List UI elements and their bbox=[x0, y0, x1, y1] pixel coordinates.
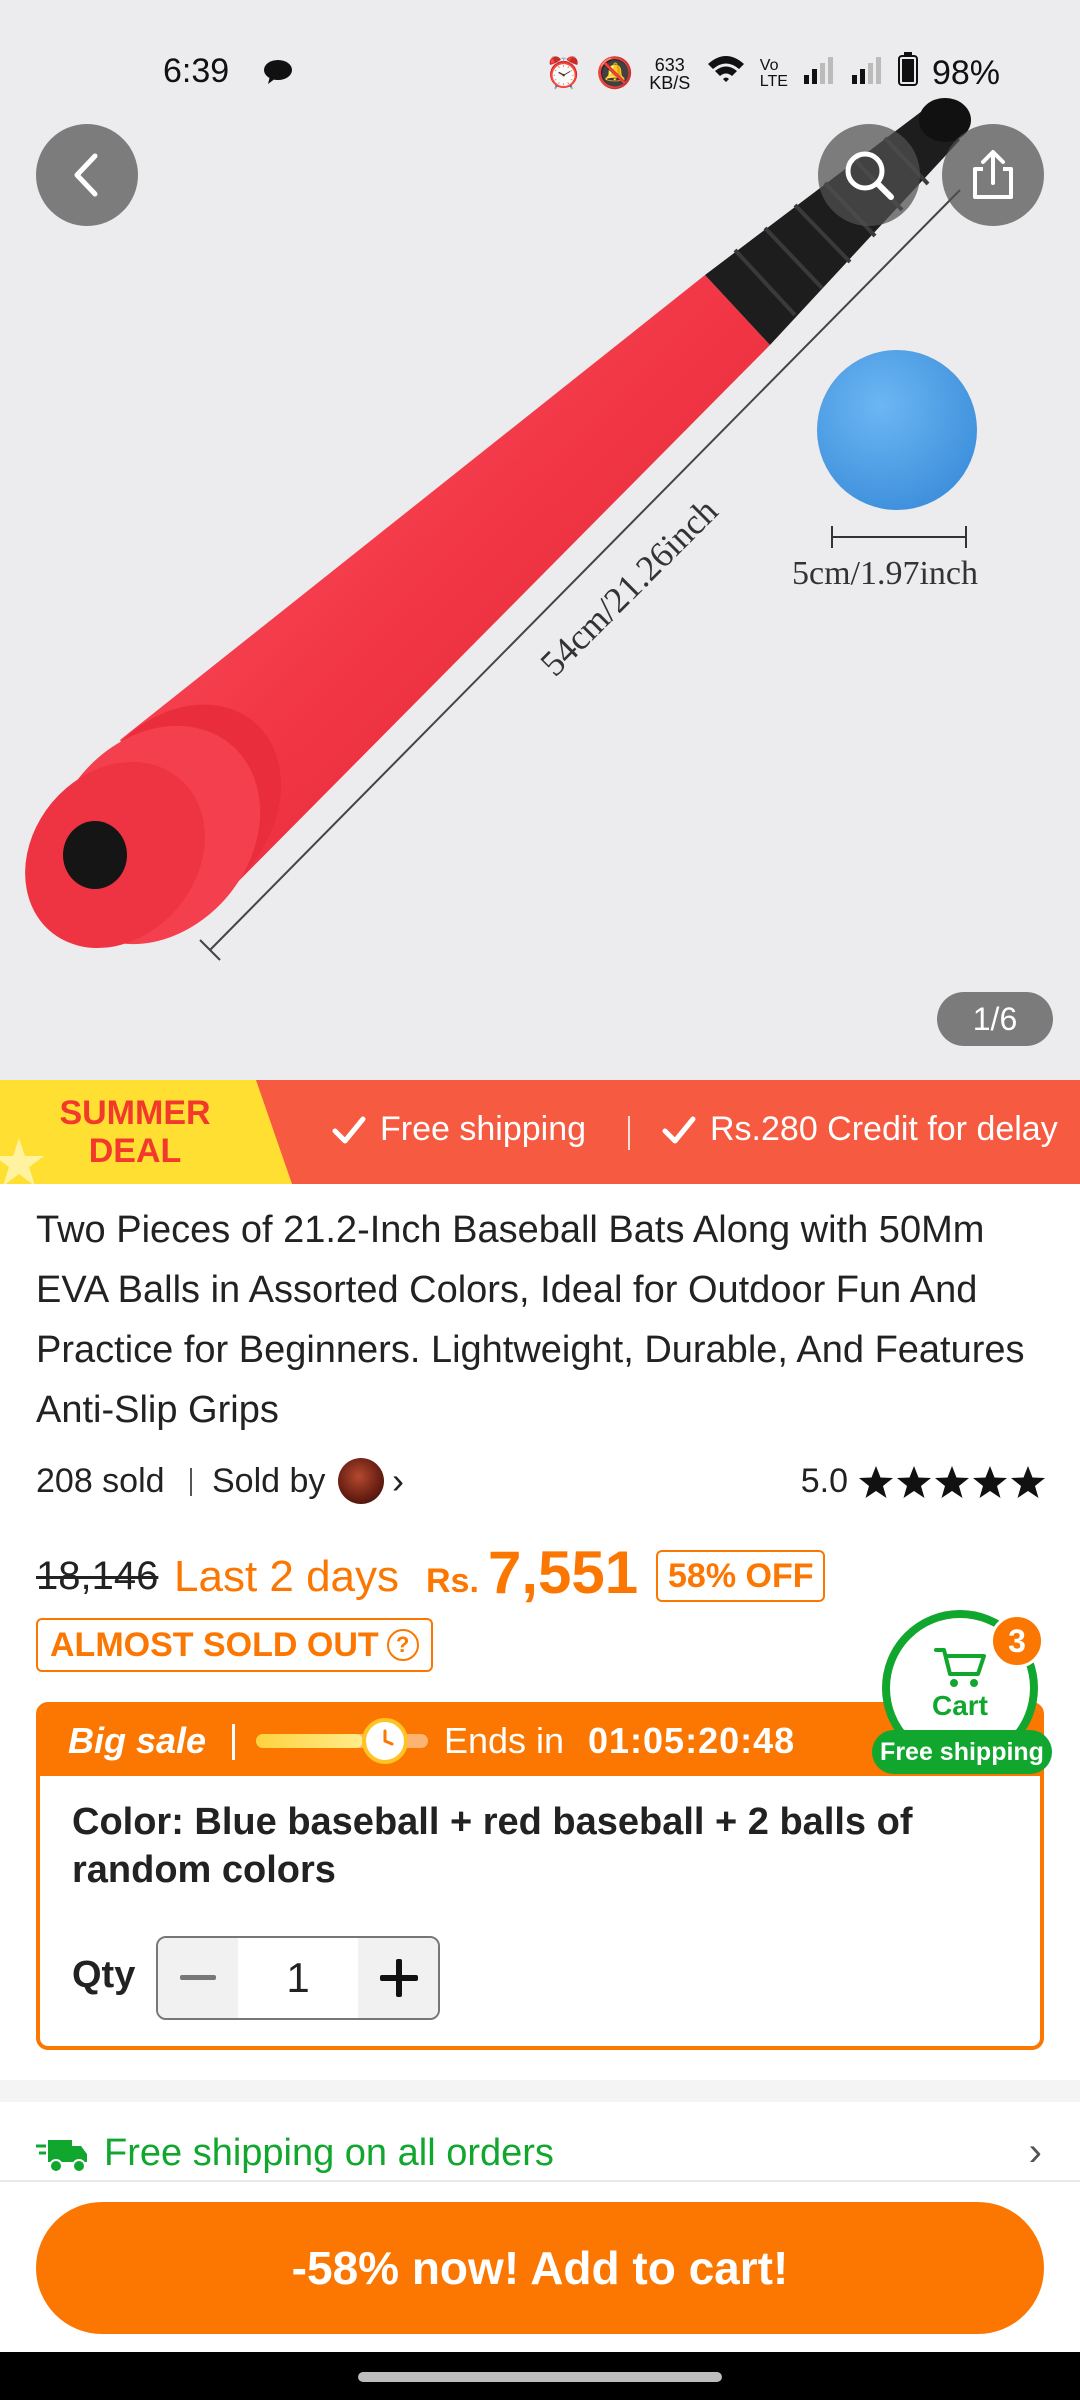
chevron-right-icon: › bbox=[1028, 2130, 1042, 2174]
check-icon bbox=[332, 1116, 366, 1143]
currency-label: Rs. bbox=[426, 1562, 479, 1600]
product-gallery[interactable]: 5cm/1.97inch 54cm/21.26inch 6:39 ⏰ 🔕 633… bbox=[0, 0, 1080, 1080]
meta-divider bbox=[190, 1468, 192, 1496]
rating-value: 5.0 bbox=[800, 1462, 848, 1500]
signal-1-icon bbox=[802, 55, 836, 93]
battery-percent: 98% bbox=[931, 54, 1000, 92]
signal-2-icon bbox=[850, 55, 884, 93]
sold-count: 208 sold bbox=[36, 1462, 165, 1500]
chevron-right-icon[interactable]: › bbox=[392, 1460, 404, 1502]
deal-line-2: DEAL bbox=[88, 1132, 182, 1170]
original-price: 18,146 bbox=[36, 1554, 159, 1598]
share-button[interactable] bbox=[942, 124, 1044, 226]
search-button[interactable] bbox=[818, 124, 920, 226]
star-icon bbox=[973, 1465, 1007, 1498]
cart-count-badge: 3 bbox=[990, 1614, 1044, 1668]
search-icon bbox=[845, 151, 894, 200]
free-shipping-text: Free shipping on all orders bbox=[104, 2132, 554, 2174]
cart-label: Cart bbox=[931, 1690, 988, 1721]
banner-feature-free-shipping: Free shipping bbox=[332, 1110, 586, 1149]
almost-sold-out-badge[interactable]: ALMOST SOLD OUT ? bbox=[36, 1618, 433, 1672]
alarm-icon: ⏰ bbox=[545, 57, 583, 90]
chevron-left-icon bbox=[74, 153, 98, 197]
divider bbox=[0, 2180, 1080, 2182]
system-nav-bar bbox=[0, 2352, 1080, 2400]
banner-feature-2: Rs.280 Credit for delay bbox=[710, 1110, 1058, 1148]
banner-separator bbox=[628, 1116, 630, 1150]
check-icon bbox=[662, 1116, 696, 1143]
truck-icon bbox=[36, 2140, 87, 2173]
mute-icon: 🔕 bbox=[596, 57, 634, 90]
status-bar: 6:39 ⏰ 🔕 633 KB/S Vo LTE 98% bbox=[0, 42, 1080, 102]
plus-icon bbox=[380, 1959, 418, 1997]
star-icon bbox=[935, 1465, 969, 1498]
sale-progress-fill bbox=[256, 1734, 363, 1748]
summer-deal-text: SUMMER DEAL bbox=[50, 1094, 220, 1170]
almost-sold-out-text: ALMOST SOLD OUT bbox=[50, 1625, 379, 1664]
product-title: Two Pieces of 21.2-Inch Baseball Bats Al… bbox=[36, 1209, 1025, 1431]
promo-banner[interactable]: SUMMER DEAL Free shipping Rs.280 Credit … bbox=[0, 1080, 1080, 1184]
rating[interactable]: 5.0 bbox=[801, 1462, 1046, 1501]
battery-icon bbox=[897, 52, 918, 95]
wifi-icon bbox=[706, 54, 746, 94]
last-days-label: Last 2 days bbox=[174, 1552, 400, 1601]
qty-value[interactable]: 1 bbox=[238, 1938, 358, 2018]
deal-line-1: SUMMER bbox=[59, 1094, 211, 1132]
seller-avatar[interactable] bbox=[338, 1458, 384, 1504]
qty-decrease-button[interactable] bbox=[158, 1938, 238, 2018]
cart-icon bbox=[934, 1648, 986, 1687]
image-pager: 1/6 bbox=[937, 992, 1053, 1046]
section-gap bbox=[0, 2080, 1080, 2102]
net-speed: 633 KB/S bbox=[649, 54, 691, 93]
countdown-timer: 01:05:20:48 bbox=[588, 1720, 796, 1761]
back-button[interactable] bbox=[36, 124, 138, 226]
star-icon bbox=[859, 1465, 893, 1498]
ends-in-label: Ends in bbox=[444, 1720, 565, 1761]
message-icon bbox=[262, 56, 294, 95]
clock-icon bbox=[362, 1718, 408, 1764]
banner-feature-1: Free shipping bbox=[380, 1110, 587, 1148]
star-icon bbox=[1011, 1465, 1045, 1498]
current-price: 7,551 bbox=[488, 1539, 639, 1606]
price-row: 18,146 Last 2 days Rs. 7,551 58% OFF bbox=[36, 1538, 1046, 1608]
rating-stars bbox=[858, 1465, 1046, 1499]
qty-label: Qty bbox=[72, 1954, 136, 1996]
volte-icon: Vo LTE bbox=[759, 56, 788, 90]
cart-free-shipping: Free shipping bbox=[872, 1730, 1052, 1774]
home-gesture-pill[interactable] bbox=[358, 2372, 722, 2382]
color-selection[interactable]: Color: Blue baseball + red baseball + 2 … bbox=[72, 1798, 992, 1894]
share-icon bbox=[973, 150, 1013, 199]
ball-dimension-label: 5cm/1.97inch bbox=[792, 555, 978, 592]
star-icon bbox=[0, 1138, 44, 1184]
status-icons: ⏰ 🔕 633 KB/S Vo LTE 98% bbox=[545, 52, 1000, 95]
banner-feature-credit: Rs.280 Credit for delay bbox=[662, 1110, 1058, 1149]
minus-icon bbox=[180, 1975, 216, 1980]
add-to-cart-button[interactable]: -58% now! Add to cart! bbox=[36, 2202, 1044, 2334]
discount-badge: 58% OFF bbox=[656, 1550, 826, 1602]
qty-increase-button[interactable] bbox=[358, 1938, 438, 2018]
help-icon[interactable]: ? bbox=[386, 1629, 419, 1661]
floating-cart-button[interactable]: Cart 3 Free shipping bbox=[872, 1606, 1056, 1774]
status-time: 6:39 bbox=[163, 52, 230, 90]
free-shipping-row[interactable]: Free shipping on all orders › bbox=[36, 2128, 1046, 2182]
big-sale-label: Big sale bbox=[68, 1720, 207, 1761]
star-icon bbox=[897, 1465, 931, 1498]
product-meta: 208 sold Sold by › 5.0 bbox=[36, 1458, 1046, 1504]
header-divider bbox=[232, 1724, 235, 1760]
sold-by-label[interactable]: Sold by bbox=[212, 1462, 325, 1501]
quantity-stepper[interactable]: 1 bbox=[156, 1936, 440, 2020]
